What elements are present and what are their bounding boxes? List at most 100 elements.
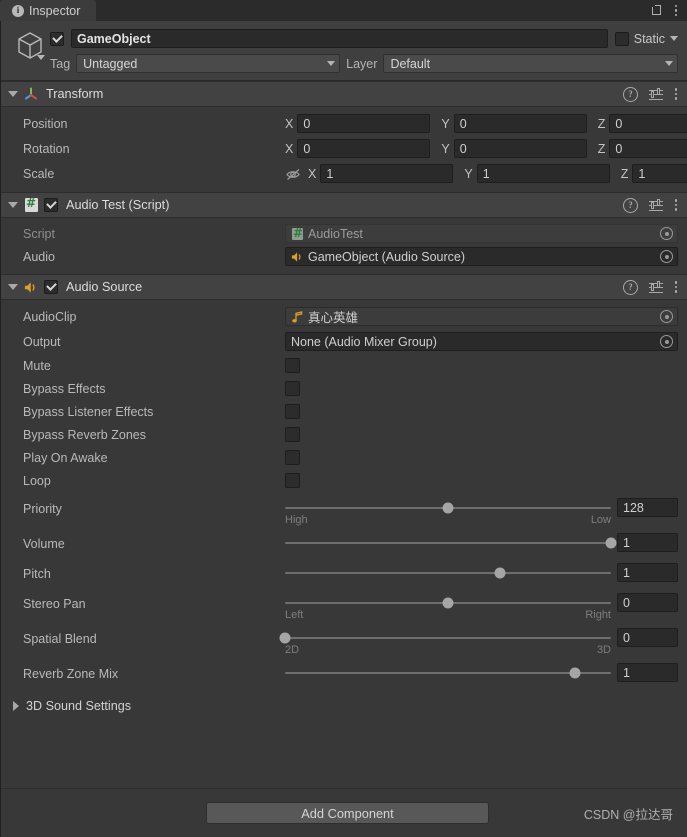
pitch-value-input[interactable]: 1 [617,563,678,582]
stereo-pan-slider[interactable] [285,593,611,612]
script-field-row: Script AudioTest [1,222,687,245]
layer-label: Layer [346,56,378,71]
eye-off-icon[interactable] [285,167,302,181]
kebab-menu-icon[interactable] [674,88,678,100]
axis-y-label: Y [464,166,473,181]
foldout-transform-icon[interactable] [8,91,18,97]
priority-slider[interactable] [285,498,611,517]
slider-knob[interactable] [279,632,291,643]
layer-dropdown[interactable]: Default [383,54,678,73]
preset-icon[interactable] [649,87,663,101]
rotation-x-input[interactable]: 0 [297,139,431,158]
slider-knob[interactable] [442,597,454,608]
position-z-input[interactable]: 0 [609,114,687,133]
loop-checkbox[interactable] [285,473,300,488]
object-picker-icon[interactable] [660,335,673,348]
add-component-button[interactable]: Add Component [206,802,489,824]
gameobject-icon-wrap[interactable] [10,29,50,61]
position-x-input[interactable]: 0 [297,114,431,133]
tab-inspector[interactable]: i Inspector [0,0,97,21]
bypass-listener-effects-label: Bypass Listener Effects [23,404,154,419]
component-header-audio-source[interactable]: Audio Source ? [1,274,687,300]
component-header-transform[interactable]: Transform ? [1,81,687,107]
kebab-menu-icon[interactable] [674,199,678,211]
chevron-down-icon [37,55,45,60]
help-icon[interactable]: ? [623,279,638,295]
cube-icon [16,31,45,61]
lock-icon[interactable] [651,5,662,16]
object-picker-icon[interactable] [660,227,673,240]
bypass-effects-checkbox[interactable] [285,381,300,396]
tag-dropdown[interactable]: Untagged [76,54,341,73]
axis-z-label: Z [620,166,629,181]
foldout-audio-test-icon[interactable] [8,202,18,208]
bypass-effects-label: Bypass Effects [23,381,106,396]
slider-knob[interactable] [442,502,454,513]
spatial-blend-slider[interactable] [279,628,611,647]
reverb-zone-mix-value-input[interactable]: 1 [617,663,678,682]
rotation-y-input[interactable]: 0 [453,139,587,158]
foldout-audio-source-icon[interactable] [8,284,18,290]
pitch-slider[interactable] [285,563,611,582]
gameobject-enabled-checkbox[interactable] [50,31,64,46]
chevron-down-icon [665,61,673,66]
gameobject-name-input[interactable]: GameObject [71,29,608,48]
stereo-pan-label: Stereo Pan [23,597,86,611]
mute-checkbox[interactable] [285,358,300,373]
slider-knob[interactable] [569,667,581,678]
audio-object-field[interactable]: GameObject (Audio Source) [285,247,678,266]
audio-source-enabled-checkbox[interactable] [44,280,58,294]
slider-track [285,636,611,639]
volume-value-input[interactable]: 1 [617,533,678,552]
loop-label: Loop [23,473,51,488]
spatial-blend-value-input[interactable]: 0 [617,628,678,647]
tag-label: Tag [50,56,71,71]
output-object-field[interactable]: None (Audio Mixer Group) [285,332,678,351]
component-header-audio-test[interactable]: Audio Test (Script) ? [1,192,687,218]
scale-x-input[interactable]: 1 [320,164,454,183]
axis-x-label: X [308,166,317,181]
component-title-audio-test: Audio Test (Script) [66,198,170,212]
audio-test-enabled-checkbox[interactable] [44,198,58,212]
loop-row: Loop [1,469,687,492]
help-icon[interactable]: ? [623,86,638,102]
priority-slider-area: High Low [285,498,611,526]
object-picker-icon[interactable] [660,250,673,263]
bypass-reverb-zones-checkbox[interactable] [285,427,300,442]
foldout-3d-sound-settings-icon[interactable] [13,701,19,711]
rotation-z-input[interactable]: 0 [609,139,687,158]
kebab-menu-icon[interactable] [674,281,678,293]
static-checkbox[interactable] [614,31,629,46]
object-picker-icon[interactable] [660,310,673,323]
bypass-listener-effects-checkbox[interactable] [285,404,300,419]
slider-knob[interactable] [605,537,617,548]
scale-z-input[interactable]: 1 [632,164,687,183]
volume-row: Volume 1 [1,533,687,563]
audioclip-object-field[interactable]: 真心英雄 [285,307,678,326]
layer-value: Default [390,56,431,71]
stereo-pan-value-input[interactable]: 0 [617,593,678,612]
volume-slider[interactable] [285,533,617,552]
csharp-script-icon [24,198,38,212]
position-y-input[interactable]: 0 [453,114,587,133]
axis-y-label: Y [441,141,450,156]
priority-value-input[interactable]: 128 [617,498,678,517]
play-on-awake-checkbox[interactable] [285,450,300,465]
3d-sound-settings-row[interactable]: 3D Sound Settings [1,693,687,719]
preset-icon[interactable] [649,198,663,212]
audio-source-icon [291,250,303,263]
bypass-listener-effects-row: Bypass Listener Effects [1,400,687,423]
preset-icon[interactable] [649,280,663,294]
static-toggle-group[interactable]: Static [614,31,678,46]
reverb-zone-mix-slider-area [285,663,611,682]
static-dropdown-chevron-icon[interactable] [670,36,678,41]
audio-value: GameObject (Audio Source) [308,249,466,264]
reverb-zone-mix-slider[interactable] [285,663,611,682]
transform-gizmo-icon [24,87,38,101]
slider-knob[interactable] [494,567,506,578]
script-value: AudioTest [308,226,363,241]
kebab-menu-icon[interactable] [674,4,678,17]
help-icon[interactable]: ? [623,197,638,213]
scale-y-input[interactable]: 1 [476,164,610,183]
pitch-slider-area [285,563,611,582]
